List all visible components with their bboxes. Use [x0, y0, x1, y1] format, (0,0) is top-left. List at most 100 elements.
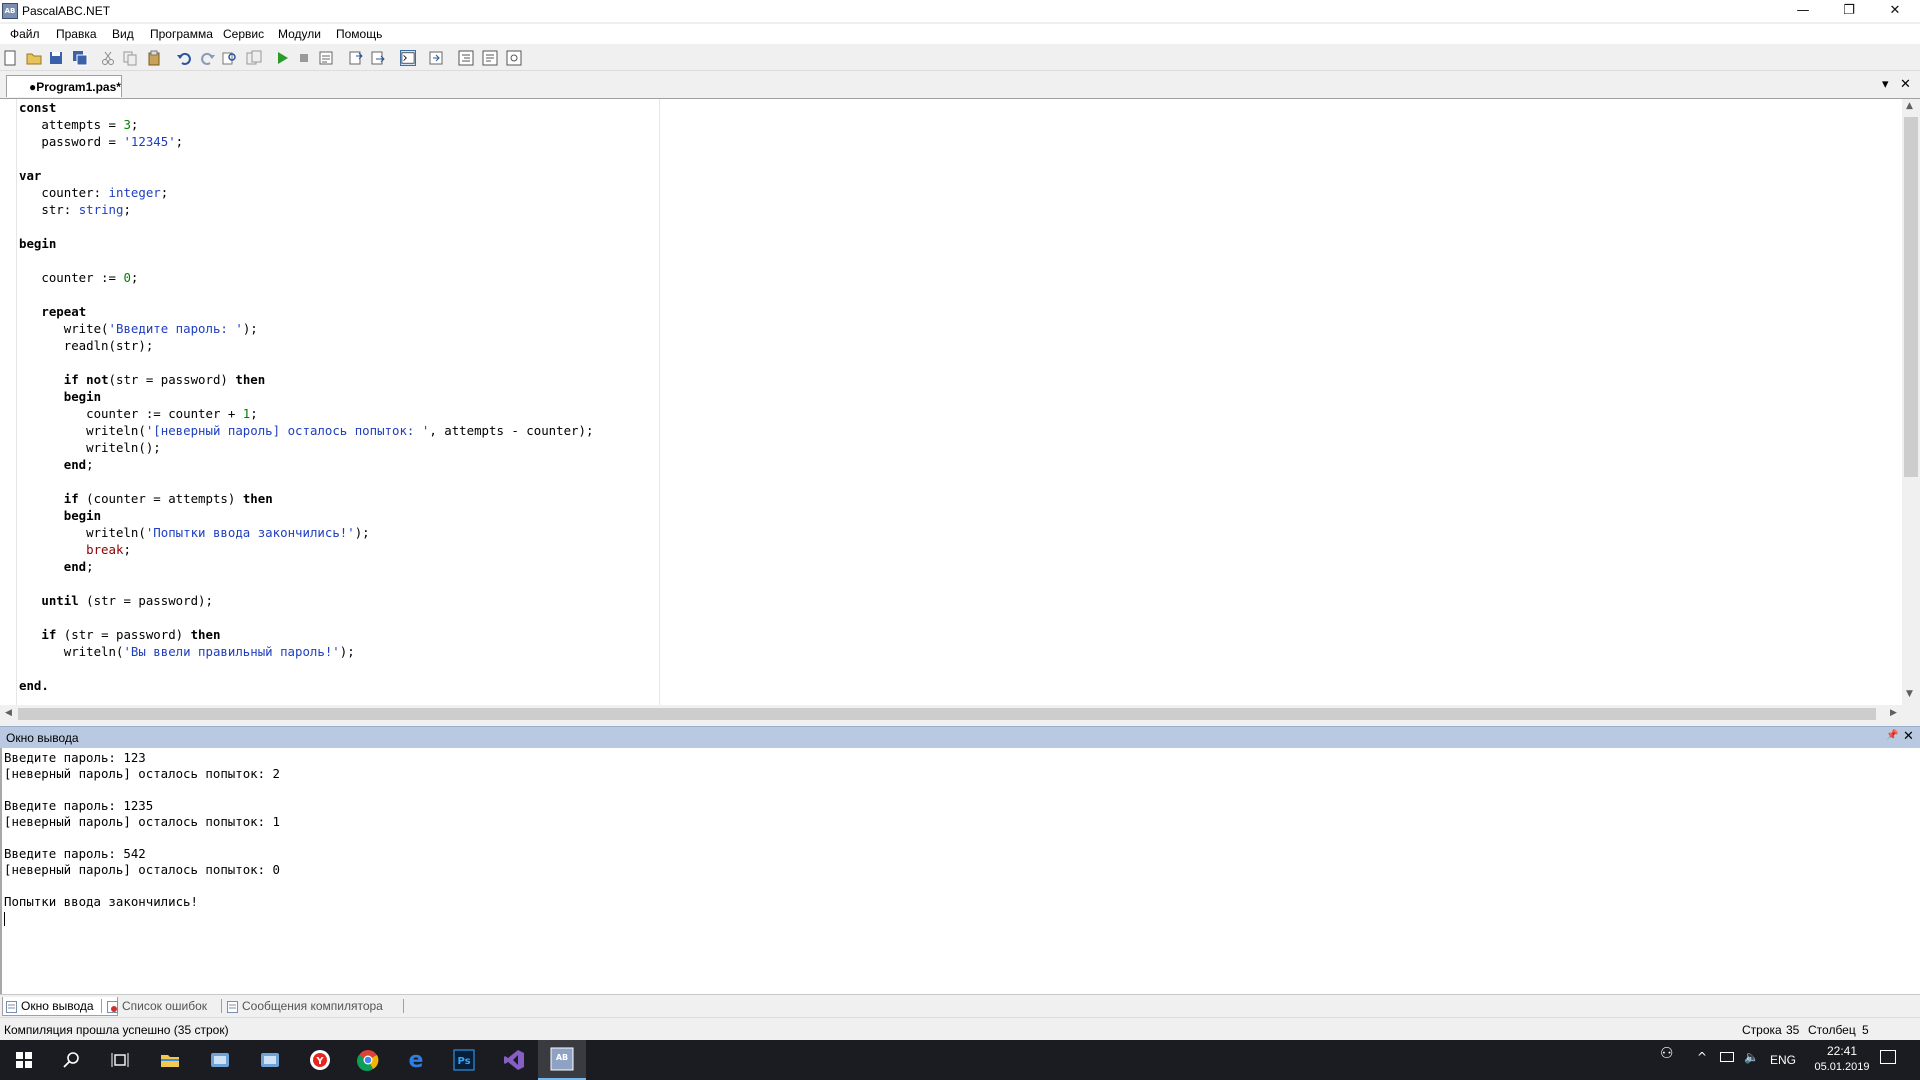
code-line[interactable]: until (str = password); — [19, 592, 593, 609]
code-line[interactable]: var — [19, 167, 593, 184]
debug-panel-icon[interactable] — [482, 50, 498, 66]
stop-icon[interactable] — [296, 50, 312, 66]
tab-program1[interactable]: ●Program1.pas* — [6, 75, 122, 97]
menu-view[interactable]: Вид — [112, 27, 134, 41]
edge-icon[interactable]: e — [392, 1040, 440, 1080]
run-icon[interactable] — [274, 50, 290, 66]
visual-studio-icon[interactable] — [490, 1040, 538, 1080]
minimize-button[interactable]: — — [1780, 0, 1826, 22]
save-icon[interactable] — [48, 50, 64, 66]
code-line[interactable] — [19, 473, 593, 490]
task-view-icon[interactable] — [96, 1040, 144, 1080]
code-line[interactable]: counter := counter + 1; — [19, 405, 593, 422]
code-line[interactable]: begin — [19, 507, 593, 524]
code-line[interactable]: writeln('Попытки ввода закончились!'); — [19, 524, 593, 541]
find-icon[interactable] — [222, 50, 238, 66]
language-indicator[interactable]: ENG — [1770, 1053, 1796, 1067]
menu-file[interactable]: Файл — [10, 27, 40, 41]
code-line[interactable]: if (counter = attempts) then — [19, 490, 593, 507]
replace-icon[interactable] — [246, 50, 262, 66]
photoshop-icon[interactable]: Ps — [440, 1040, 488, 1080]
compile-icon[interactable] — [318, 50, 334, 66]
code-line[interactable]: begin — [19, 235, 593, 252]
restore-button[interactable]: ❐ — [1826, 0, 1872, 22]
network-icon[interactable] — [1720, 1052, 1734, 1062]
horizontal-scroll-thumb[interactable] — [18, 708, 1876, 720]
goto-cursor-icon[interactable] — [428, 50, 444, 66]
code-line[interactable]: if not(str = password) then — [19, 371, 593, 388]
code-line[interactable] — [19, 218, 593, 235]
tray-overflow-icon[interactable]: ^ — [1697, 1050, 1707, 1064]
close-panel-button[interactable]: ✕ — [1903, 729, 1914, 744]
code-line[interactable]: if (str = password) then — [19, 626, 593, 643]
horizontal-scrollbar[interactable]: ◀ ▶ — [0, 705, 1920, 723]
scroll-right-icon[interactable]: ▶ — [1890, 708, 1897, 718]
watch-panel-icon[interactable] — [506, 50, 522, 66]
close-button[interactable]: ✕ — [1872, 0, 1918, 22]
yandex-browser-icon[interactable]: Y — [296, 1040, 344, 1080]
code-area[interactable]: const attempts = 3; password = '12345'; v… — [19, 99, 593, 694]
scroll-down-icon[interactable]: ▼ — [1906, 689, 1913, 699]
pin-icon[interactable]: 📌 — [1886, 730, 1898, 741]
code-line[interactable] — [19, 575, 593, 592]
code-line[interactable]: writeln('[неверный пароль] осталось попы… — [19, 422, 593, 439]
menu-edit[interactable]: Правка — [56, 27, 97, 41]
new-file-icon[interactable] — [2, 50, 18, 66]
code-line[interactable]: end; — [19, 558, 593, 575]
clock-date[interactable]: 05.01.2019 — [1806, 1061, 1878, 1073]
volume-icon[interactable]: 🔈 — [1744, 1050, 1759, 1064]
close-tab-button[interactable]: ✕ — [1900, 77, 1911, 92]
menu-help[interactable]: Помощь — [336, 27, 382, 41]
paste-icon[interactable] — [146, 50, 162, 66]
code-line[interactable]: readln(str); — [19, 337, 593, 354]
menu-modules[interactable]: Модули — [278, 27, 321, 41]
code-line[interactable]: repeat — [19, 303, 593, 320]
code-line[interactable]: end; — [19, 456, 593, 473]
step-over-icon[interactable] — [370, 50, 386, 66]
chrome-icon[interactable] — [344, 1040, 392, 1080]
code-line[interactable]: break; — [19, 541, 593, 558]
scroll-left-icon[interactable]: ◀ — [5, 708, 12, 718]
code-line[interactable] — [19, 252, 593, 269]
search-icon[interactable] — [48, 1040, 96, 1080]
app-icon[interactable] — [246, 1040, 294, 1080]
tab-compiler-messages[interactable]: Сообщения компилятора — [224, 997, 418, 1015]
scroll-up-icon[interactable]: ▲ — [1906, 101, 1913, 111]
notifications-icon[interactable] — [1880, 1050, 1896, 1064]
cut-icon[interactable] — [100, 50, 116, 66]
people-icon[interactable]: ⚇ — [1660, 1044, 1673, 1062]
pascalabc-icon[interactable]: AB — [538, 1040, 586, 1080]
undo-icon[interactable] — [176, 50, 192, 66]
app-icon[interactable] — [196, 1040, 244, 1080]
code-line[interactable]: writeln(); — [19, 439, 593, 456]
code-line[interactable]: writeln('Вы ввели правильный пароль!'); — [19, 643, 593, 660]
code-line[interactable] — [19, 609, 593, 626]
open-folder-icon[interactable] — [26, 50, 42, 66]
step-into-icon[interactable] — [348, 50, 364, 66]
tab-error-list[interactable]: Список ошибок — [104, 997, 236, 1015]
code-line[interactable]: password = '12345'; — [19, 133, 593, 150]
code-line[interactable]: attempts = 3; — [19, 116, 593, 133]
redo-icon[interactable] — [200, 50, 216, 66]
code-line[interactable]: counter: integer; — [19, 184, 593, 201]
output-window[interactable]: Введите пароль: 123 [неверный пароль] ост… — [0, 748, 1920, 994]
vertical-scroll-thumb[interactable] — [1904, 117, 1918, 477]
code-line[interactable]: write('Введите пароль: '); — [19, 320, 593, 337]
console-output-icon[interactable] — [400, 50, 416, 66]
windows-start-icon[interactable] — [0, 1040, 48, 1080]
code-line[interactable]: const — [19, 99, 593, 116]
code-line[interactable] — [19, 660, 593, 677]
code-line[interactable]: end. — [19, 677, 593, 694]
save-all-icon[interactable] — [72, 50, 88, 66]
clock-time[interactable]: 22:41 — [1816, 1044, 1868, 1058]
format-code-icon[interactable] — [458, 50, 474, 66]
code-line[interactable]: counter := 0; — [19, 269, 593, 286]
file-explorer-icon[interactable] — [146, 1040, 194, 1080]
copy-icon[interactable] — [122, 50, 138, 66]
vertical-scrollbar[interactable]: ▲ ▼ — [1902, 99, 1920, 705]
code-line[interactable]: str: string; — [19, 201, 593, 218]
code-line[interactable] — [19, 354, 593, 371]
menu-service[interactable]: Сервис — [223, 27, 264, 41]
menu-program[interactable]: Программа — [150, 27, 213, 41]
tab-list-dropdown[interactable]: ▾ — [1882, 77, 1889, 92]
